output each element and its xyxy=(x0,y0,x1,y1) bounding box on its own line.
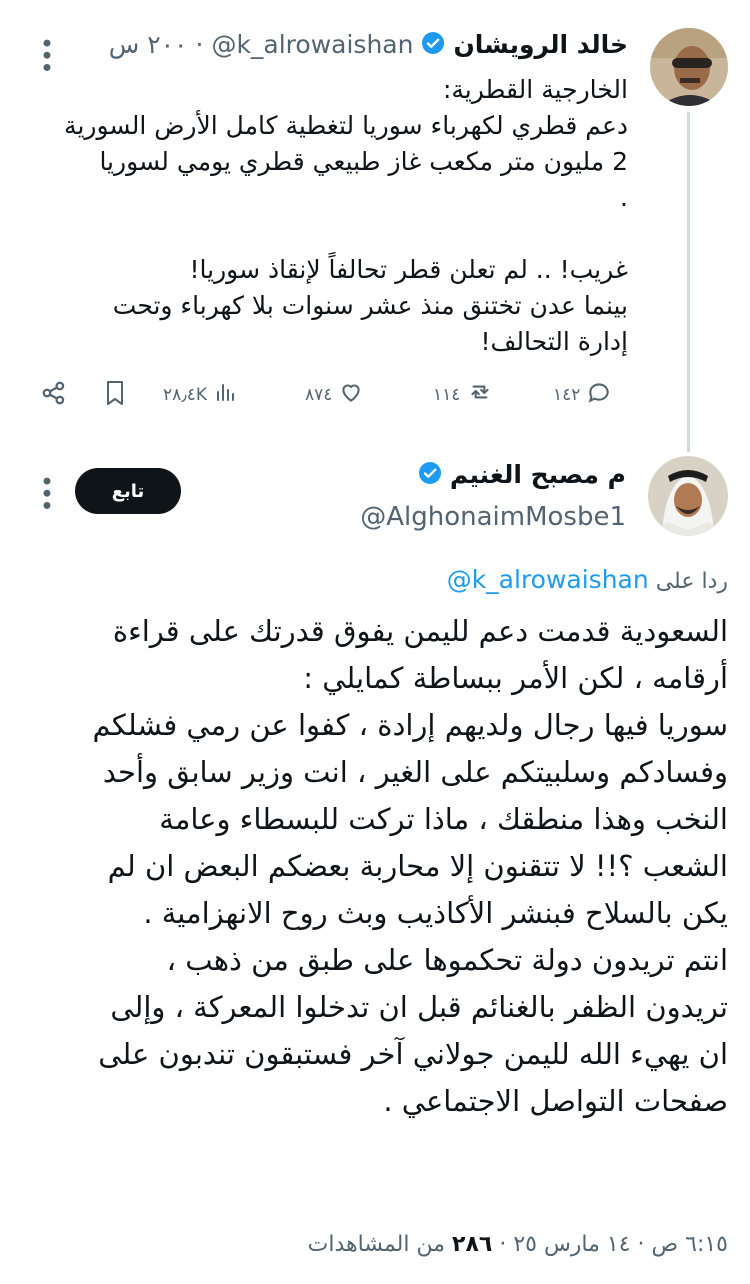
heart-icon xyxy=(338,379,364,410)
like-count: ٨٧٤ xyxy=(305,384,333,405)
views-icon xyxy=(213,379,237,410)
views-action[interactable]: ٢٨٫٤K xyxy=(163,379,237,410)
share-icon[interactable] xyxy=(40,379,68,411)
reply-icon xyxy=(586,379,612,410)
avatar-khaled[interactable] xyxy=(650,28,728,106)
tweet2-views-count: ٢٨٦ xyxy=(452,1232,493,1257)
avatar-mosbeh[interactable] xyxy=(648,456,728,536)
retweet-action[interactable]: ١١٤ xyxy=(433,379,494,410)
tweet1-time[interactable]: ٢٠٠ س xyxy=(109,30,188,59)
tweet1-body: الخارجية القطرية: دعم قطري لكهرباء سوريا… xyxy=(64,75,628,356)
verified-badge-icon xyxy=(421,31,445,59)
views-count: ٢٨٫٤K xyxy=(163,384,208,405)
reply-action[interactable]: ١٤٢ xyxy=(553,379,612,410)
reply-count: ١٤٢ xyxy=(553,384,581,405)
tweet1-handle[interactable]: @k_alrowaishan xyxy=(211,30,413,59)
reply-prefix: ردا على xyxy=(655,569,728,594)
tweet1-header: خالد الرويشان @k_alrowaishan · ٢٠٠ س xyxy=(108,30,628,59)
tweet2-timestamp[interactable]: ٦:١٥ ص · ١٤ مارس ٢٥ · xyxy=(499,1232,728,1257)
tweet2-handle[interactable]: @AlghonaimMosbe1 xyxy=(360,502,626,532)
tweet2-header: م مصبح الغنيم xyxy=(418,460,626,489)
tweet2-views-label: من المشاهدات xyxy=(307,1232,446,1257)
thread-line xyxy=(687,112,690,452)
reply-context: ردا على @k_alrowaishan xyxy=(447,565,728,594)
bookmark-icon[interactable] xyxy=(103,379,127,411)
more-options-icon[interactable]: ••• xyxy=(32,36,60,72)
more-options-icon[interactable]: ••• xyxy=(32,474,60,510)
retweet-count: ١١٤ xyxy=(433,384,461,405)
tweet2-meta: ٦:١٥ ص · ١٤ مارس ٢٥ · ٢٨٦ من المشاهدات xyxy=(308,1232,728,1257)
tweet2-author-name[interactable]: م مصبح الغنيم xyxy=(450,460,626,489)
retweet-icon xyxy=(466,379,494,410)
like-action[interactable]: ٨٧٤ xyxy=(305,379,364,410)
follow-button[interactable]: تابع xyxy=(75,468,181,514)
tweet1-author-name[interactable]: خالد الرويشان xyxy=(453,30,628,59)
verified-badge-icon xyxy=(418,461,442,489)
tweet2-body: السعودية قدمت دعم لليمن يفوق قدرتك على ق… xyxy=(92,614,728,1118)
reply-to-link[interactable]: @k_alrowaishan xyxy=(447,565,649,594)
